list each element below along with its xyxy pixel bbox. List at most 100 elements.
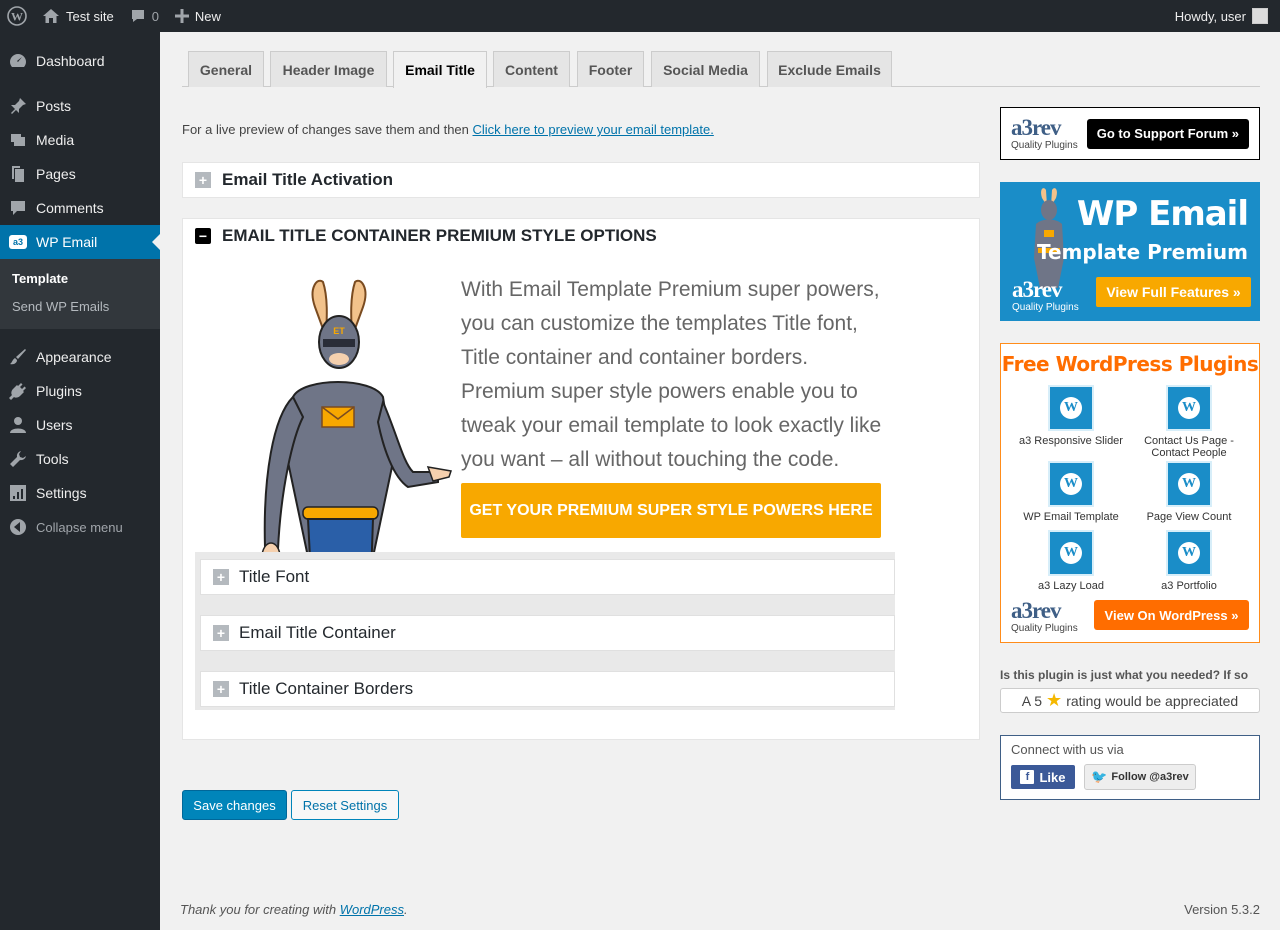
expand-plus-icon[interactable]: + (213, 681, 229, 697)
plugin-name: WP Email Template (1023, 511, 1119, 523)
collapse-minus-icon[interactable]: − (195, 228, 211, 244)
portfolio-icon: W (1166, 530, 1212, 576)
lazy-load-icon: W (1048, 530, 1094, 576)
footer-thanks: Thank you for creating with WordPress. (180, 902, 408, 917)
premium-style-options-panel[interactable]: − EMAIL TITLE CONTAINER PREMIUM STYLE OP… (182, 218, 980, 254)
comments-link[interactable]: 0 (122, 0, 167, 32)
sidebar-item-posts[interactable]: Posts (0, 89, 160, 123)
rating-question: Is this plugin is just what you needed? … (1000, 668, 1249, 682)
view-on-wordpress-button[interactable]: View On WordPress » (1094, 600, 1249, 630)
plugin-name: a3 Responsive Slider (1019, 435, 1123, 447)
sidebar-item-label: Users (36, 417, 73, 433)
plugin-a3-portfolio[interactable]: W a3 Portfolio (1129, 530, 1249, 592)
expand-plus-icon[interactable]: + (213, 569, 229, 585)
view-full-features-button[interactable]: View Full Features » (1096, 277, 1251, 307)
plugin-contact-us-page[interactable]: W Contact Us Page - Contact People (1129, 385, 1249, 459)
page-view-count-icon: W (1166, 461, 1212, 507)
svg-text:W: W (11, 10, 23, 24)
sidebar-item-label: Comments (36, 200, 104, 216)
twitter-follow-button[interactable]: 🐦 Follow @a3rev (1084, 764, 1196, 790)
comments-count: 0 (151, 8, 159, 24)
howdy-text: Howdy, user (1174, 8, 1246, 24)
tab-social-media[interactable]: Social Media (651, 51, 760, 87)
sidebar-item-comments[interactable]: Comments (0, 191, 160, 225)
facebook-like-button[interactable]: f Like (1011, 765, 1075, 789)
submenu-item-template[interactable]: Template (0, 265, 160, 293)
subsection-title: Email Title Container (239, 623, 396, 642)
sidebar-item-users[interactable]: Users (0, 408, 160, 442)
expand-plus-icon[interactable]: + (195, 172, 211, 188)
sidebar-item-label: Plugins (36, 383, 82, 399)
free-plugins-box: Free WordPress Plugins W a3 Responsive S… (1000, 343, 1260, 643)
account-menu[interactable]: Howdy, user (1167, 0, 1280, 32)
email-title-activation-panel[interactable]: + Email Title Activation (182, 162, 980, 198)
subsection-title-font[interactable]: + Title Font (200, 559, 895, 595)
subsection-title: Title Container Borders (239, 679, 414, 698)
wp-email-submenu: Template Send WP Emails (0, 259, 160, 329)
tab-content[interactable]: Content (493, 51, 570, 87)
svg-text:ET: ET (333, 326, 345, 336)
support-forum-box: a3rev Quality Plugins Go to Support Foru… (1000, 107, 1260, 160)
panel-title: Email Title Activation (222, 170, 393, 189)
sidebar-item-plugins[interactable]: Plugins (0, 374, 160, 408)
premium-upgrade-button[interactable]: GET YOUR PREMIUM SUPER STYLE POWERS HERE (461, 483, 881, 538)
preview-note: For a live preview of changes save them … (182, 122, 714, 137)
preview-text: For a live preview of changes save them … (182, 122, 473, 137)
superhero-mascot-illustration: ET (261, 279, 452, 577)
admin-bar: W Test site 0 New Howdy, user (0, 0, 1280, 32)
wordpress-logo-icon[interactable]: W (0, 0, 34, 32)
plugin-name: Contact Us Page - Contact People (1144, 435, 1234, 459)
sidebar-item-label: Appearance (36, 349, 112, 365)
tab-exclude-emails[interactable]: Exclude Emails (767, 51, 892, 87)
wrench-icon (8, 449, 28, 469)
plugin-a3-responsive-slider[interactable]: W a3 Responsive Slider (1011, 385, 1131, 447)
sidebar-item-media[interactable]: Media (0, 123, 160, 157)
save-changes-button[interactable]: Save changes (182, 790, 287, 820)
rating-request-box[interactable]: A 5 ★ rating would be appreciated (1000, 688, 1260, 713)
plugin-a3-lazy-load[interactable]: W a3 Lazy Load (1011, 530, 1131, 592)
submenu-item-send-wp-emails[interactable]: Send WP Emails (0, 293, 160, 321)
sidebar-item-settings[interactable]: Settings (0, 476, 160, 510)
free-plugins-title: Free WordPress Plugins (1001, 352, 1259, 376)
new-content-link[interactable]: New (167, 0, 229, 32)
sidebar-item-dashboard[interactable]: Dashboard (0, 44, 160, 78)
subsection-email-title-container[interactable]: + Email Title Container (200, 615, 895, 651)
connect-box: Connect with us via f Like 🐦 Follow @a3r… (1000, 735, 1260, 800)
brush-icon (8, 347, 28, 367)
subsection-title-container-borders[interactable]: + Title Container Borders (200, 671, 895, 707)
sidebar-item-label: Settings (36, 485, 87, 501)
wordpress-link[interactable]: WordPress (340, 902, 404, 917)
tab-email-title[interactable]: Email Title (393, 51, 487, 88)
wp-email-premium-banner[interactable]: WP Email Template Premium a3rev Quality … (1000, 182, 1260, 321)
sidebar-item-pages[interactable]: Pages (0, 157, 160, 191)
new-label: New (194, 8, 221, 24)
sidebar-item-tools[interactable]: Tools (0, 442, 160, 476)
facebook-icon: f (1020, 770, 1035, 784)
plugin-page-view-count[interactable]: W Page View Count (1129, 461, 1249, 523)
subsection-title: Title Font (239, 567, 310, 586)
plugin-name: Page View Count (1146, 511, 1232, 523)
sidebar-item-appearance[interactable]: Appearance (0, 340, 160, 374)
comment-bubble-icon (130, 8, 146, 24)
facebook-like-label: Like (1039, 769, 1066, 785)
support-forum-button[interactable]: Go to Support Forum » (1086, 118, 1249, 149)
premium-panel-body: ET With Email Template Premium super pow… (182, 253, 980, 740)
tab-general[interactable]: General (188, 51, 264, 87)
site-name-link[interactable]: Test site (34, 0, 122, 32)
tab-header-image[interactable]: Header Image (270, 51, 387, 87)
plug-icon (8, 381, 28, 401)
collapse-menu-button[interactable]: Collapse menu (0, 510, 160, 544)
plugin-wp-email-template[interactable]: W WP Email Template (1011, 461, 1131, 523)
expand-plus-icon[interactable]: + (213, 625, 229, 641)
plugin-name: a3 Portfolio (1161, 580, 1217, 592)
avatar (1252, 8, 1268, 24)
a3rev-logo: a3rev Quality Plugins (1011, 115, 1078, 151)
tab-footer[interactable]: Footer (577, 51, 644, 87)
reset-settings-button[interactable]: Reset Settings (291, 790, 399, 820)
user-icon (8, 415, 28, 435)
sidebar-item-label: Tools (36, 451, 69, 467)
sidebar-item-wp-email[interactable]: a3 WP Email (0, 225, 160, 259)
preview-link[interactable]: Click here to preview your email templat… (473, 122, 714, 137)
sidebar-item-label: Dashboard (36, 53, 105, 69)
email-template-icon: W (1048, 461, 1094, 507)
